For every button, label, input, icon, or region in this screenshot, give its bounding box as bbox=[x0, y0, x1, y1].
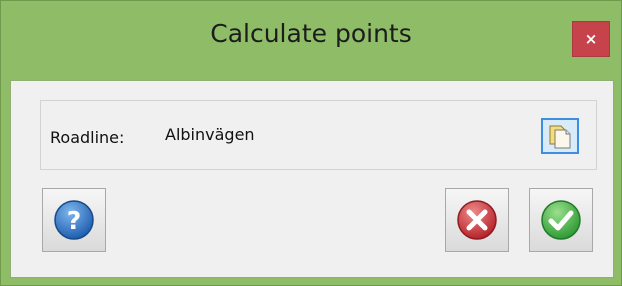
select-roadline-button[interactable] bbox=[541, 118, 579, 154]
check-icon bbox=[541, 200, 581, 240]
dialog-title: Calculate points bbox=[210, 19, 412, 48]
title-bar[interactable]: Calculate points × bbox=[1, 1, 621, 81]
close-icon: × bbox=[584, 30, 598, 48]
close-button[interactable]: × bbox=[572, 21, 610, 57]
documents-icon bbox=[549, 125, 571, 149]
roadline-label: Roadline: bbox=[50, 128, 125, 147]
roadline-group: Roadline: Albinvägen bbox=[40, 100, 597, 170]
help-icon: ? bbox=[54, 200, 94, 240]
calculate-points-dialog: Calculate points × Roadline: Albinvägen bbox=[0, 0, 622, 286]
cancel-button[interactable] bbox=[445, 188, 509, 252]
ok-button[interactable] bbox=[529, 188, 593, 252]
cancel-icon bbox=[457, 200, 497, 240]
svg-text:?: ? bbox=[67, 206, 82, 235]
help-button[interactable]: ? bbox=[42, 188, 106, 252]
roadline-value: Albinvägen bbox=[165, 125, 255, 144]
dialog-body: Roadline: Albinvägen ? bbox=[10, 80, 614, 278]
